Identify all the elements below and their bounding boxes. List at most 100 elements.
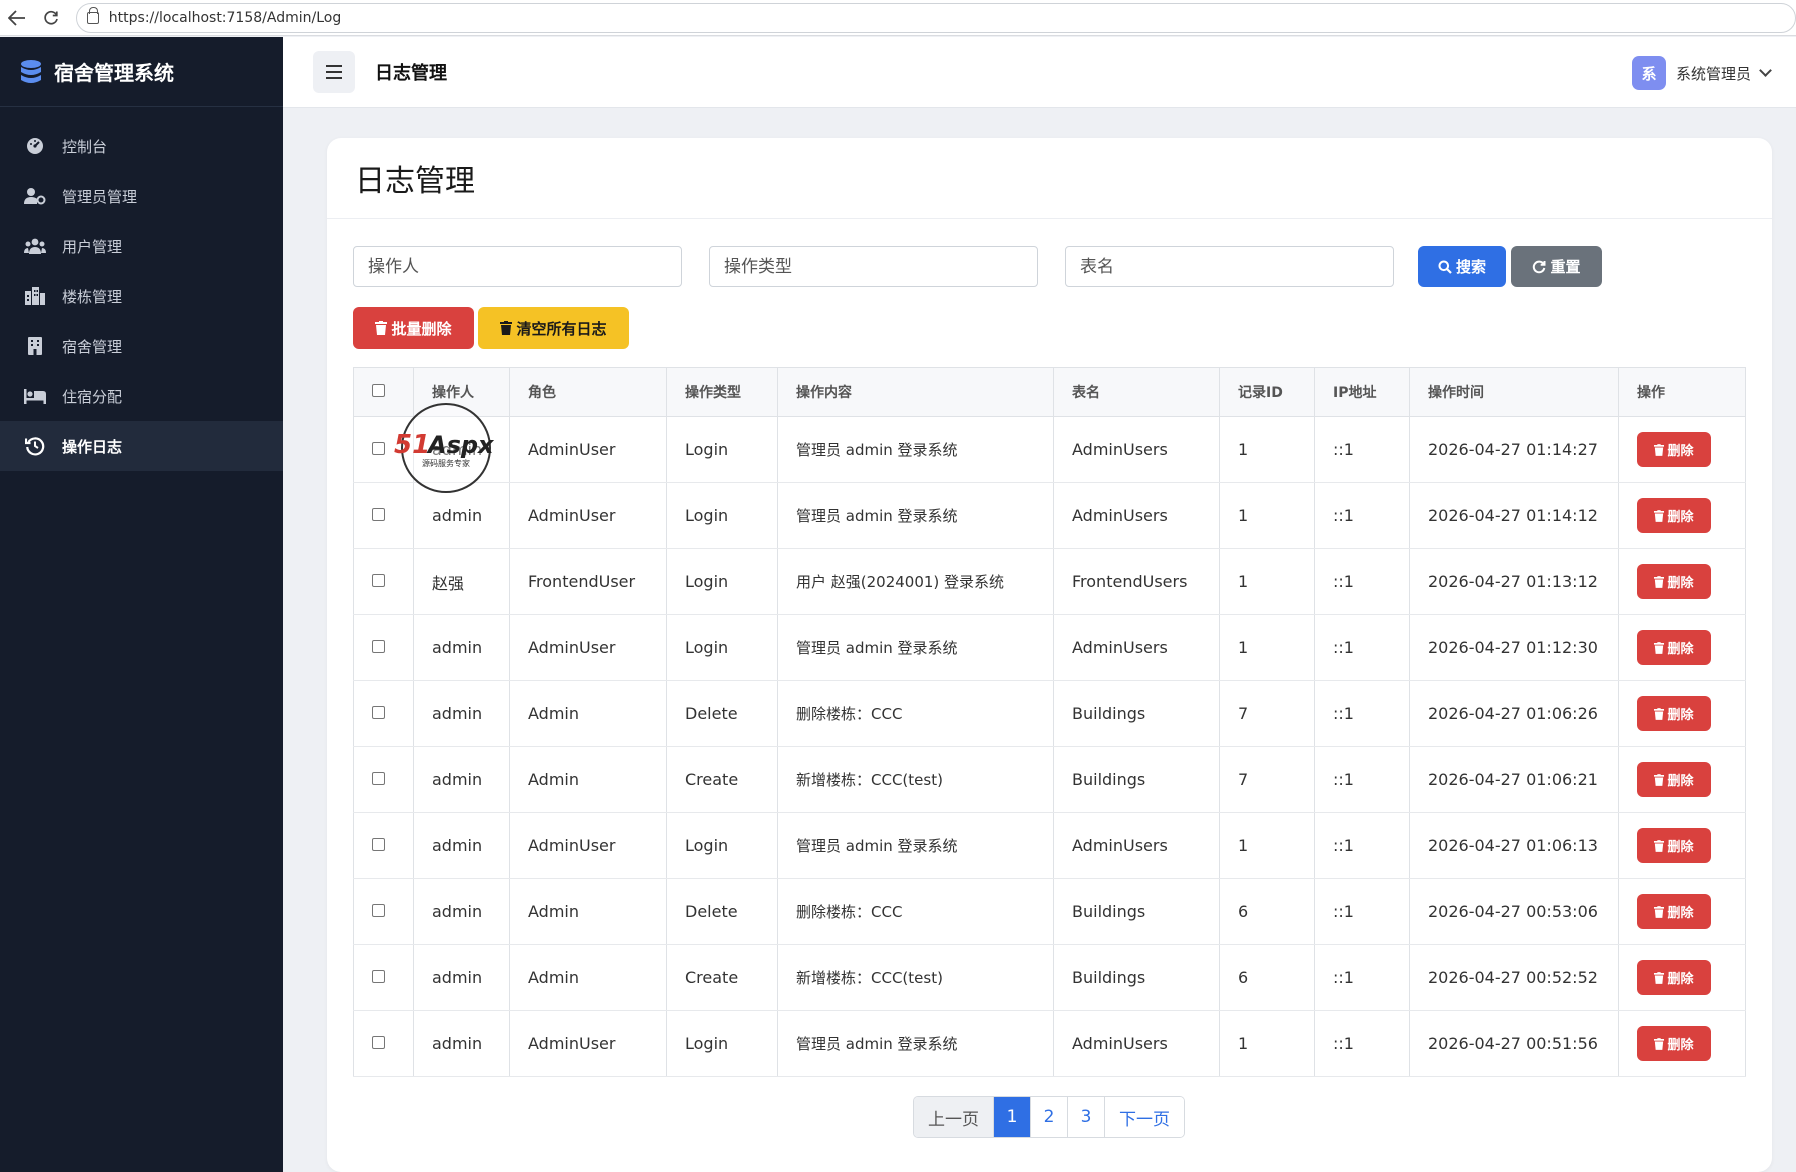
cell-type: Create xyxy=(666,746,778,813)
trash-icon xyxy=(1654,641,1665,654)
delete-button[interactable]: 删除 xyxy=(1637,498,1711,533)
row-select-cell xyxy=(353,746,414,813)
delete-button[interactable]: 删除 xyxy=(1637,1026,1711,1061)
table-row: admin Admin Create 新增楼栋：CCC(test) Buildings 6… xyxy=(353,944,1746,1011)
table-header-row: 操作人 角色 操作类型 操作内容 表名 记录ID IP地址 操作时间 操作 xyxy=(353,367,1746,417)
cell-content: 管理员 admin 登录系统 xyxy=(777,416,1054,483)
table-row: admin Admin Create 新增楼栋：CCC(test) Buildings 7… xyxy=(353,746,1746,813)
sidebar-item-users[interactable]: 用户管理 xyxy=(0,221,283,271)
delete-button[interactable]: 删除 xyxy=(1637,894,1711,929)
delete-button[interactable]: 删除 xyxy=(1637,762,1711,797)
cell-operator: admin xyxy=(413,614,510,681)
row-checkbox[interactable] xyxy=(372,508,385,521)
address-bar[interactable]: https://localhost:7158/Admin/Log xyxy=(75,2,1796,33)
delete-button[interactable]: 删除 xyxy=(1637,564,1711,599)
search-icon xyxy=(1438,260,1452,274)
sidebar-item-dashboard[interactable]: 控制台 xyxy=(0,121,283,171)
operator-input[interactable] xyxy=(353,246,682,287)
search-button[interactable]: 搜索 xyxy=(1418,246,1506,287)
row-checkbox[interactable] xyxy=(372,442,385,455)
cell-type: Login xyxy=(666,416,778,483)
avatar: 系 xyxy=(1631,56,1666,90)
trash-icon xyxy=(1654,707,1665,720)
hamburger-icon[interactable] xyxy=(313,51,355,93)
cell-ip: ::1 xyxy=(1314,1010,1410,1077)
sidebar-item-logs[interactable]: 操作日志 xyxy=(0,421,283,471)
sidebar-item-buildings[interactable]: 楼栋管理 xyxy=(0,271,283,321)
row-checkbox[interactable] xyxy=(372,772,385,785)
delete-button[interactable]: 删除 xyxy=(1637,630,1711,665)
delete-button[interactable]: 删除 xyxy=(1637,960,1711,995)
header-title: 日志管理 xyxy=(375,63,447,84)
delete-label: 删除 xyxy=(1667,906,1694,921)
row-checkbox[interactable] xyxy=(372,970,385,983)
cell-type: Delete xyxy=(666,680,778,747)
row-checkbox[interactable] xyxy=(372,1036,385,1049)
log-table: 操作人 角色 操作类型 操作内容 表名 记录ID IP地址 操作时间 操作 ad… xyxy=(353,367,1746,1077)
cell-time: 2026-04-27 00:52:52 xyxy=(1409,944,1619,1011)
row-checkbox[interactable] xyxy=(372,574,385,587)
delete-button[interactable]: 删除 xyxy=(1637,828,1711,863)
cell-time: 2026-04-27 01:14:27 xyxy=(1409,416,1619,483)
cell-operator: admin xyxy=(413,680,510,747)
users-icon xyxy=(24,235,46,257)
column-header: 操作类型 xyxy=(666,367,778,417)
reset-button[interactable]: 重置 xyxy=(1511,246,1602,287)
cell-operator: admin xyxy=(413,944,510,1011)
sidebar-menu: 控制台 管理员管理 用户管理 楼栋管理 宿舍管理 住宿分配 操作日志 xyxy=(0,121,283,471)
delete-button[interactable]: 删除 xyxy=(1637,696,1711,731)
cell-table: AdminUsers xyxy=(1053,614,1220,681)
sidebar-item-allocation[interactable]: 住宿分配 xyxy=(0,371,283,421)
operation-type-input[interactable] xyxy=(709,246,1038,287)
trash-icon xyxy=(1654,773,1665,786)
brand[interactable]: 宿舍管理系统 xyxy=(0,37,283,107)
page-button-1[interactable]: 1 xyxy=(994,1097,1031,1137)
sidebar-item-label: 住宿分配 xyxy=(62,387,123,406)
user-menu[interactable]: 系 系统管理员 xyxy=(1631,56,1772,90)
page-button-3[interactable]: 3 xyxy=(1068,1097,1105,1137)
cell-operator: 赵强 xyxy=(413,548,510,615)
column-header: 表名 xyxy=(1053,367,1220,417)
next-page-button[interactable]: 下一页 xyxy=(1105,1097,1184,1137)
prev-page-button[interactable]: 上一页 xyxy=(914,1097,994,1137)
sidebar-item-dorms[interactable]: 宿舍管理 xyxy=(0,321,283,371)
trash-icon xyxy=(1654,443,1665,456)
sidebar: 宿舍管理系统 控制台 管理员管理 用户管理 楼栋管理 宿舍管理 住宿分配 操作日… xyxy=(0,37,283,1172)
table-row: adminAdminUserLogin管理员 admin 登录系统AdminUs… xyxy=(353,416,1746,483)
row-checkbox[interactable] xyxy=(372,706,385,719)
pagination: 上一页 1 2 3 下一页 xyxy=(913,1096,1185,1138)
cell-operator: admin xyxy=(413,1010,510,1077)
table-body: adminAdminUserLogin管理员 admin 登录系统AdminUs… xyxy=(353,416,1746,1077)
cell-record-id: 1 xyxy=(1219,1010,1315,1077)
delete-label: 删除 xyxy=(1667,444,1694,459)
table-name-input[interactable] xyxy=(1065,246,1394,287)
reload-icon[interactable] xyxy=(34,0,68,36)
log-card: 日志管理 搜索 重置 批量删除 清空所有日志 xyxy=(327,138,1772,1172)
back-arrow-icon[interactable] xyxy=(0,0,34,36)
clear-all-logs-button[interactable]: 清空所有日志 xyxy=(478,307,629,349)
sidebar-item-admins[interactable]: 管理员管理 xyxy=(0,171,283,221)
row-checkbox[interactable] xyxy=(372,904,385,917)
row-checkbox[interactable] xyxy=(372,838,385,851)
cell-record-id: 1 xyxy=(1219,614,1315,681)
cell-content: 管理员 admin 登录系统 xyxy=(777,1010,1054,1077)
select-all-checkbox[interactable] xyxy=(372,383,385,397)
cell-time: 2026-04-27 01:06:26 xyxy=(1409,680,1619,747)
cell-table: Buildings xyxy=(1053,680,1220,747)
filter-bar: 搜索 重置 xyxy=(353,246,1602,287)
cell-record-id: 1 xyxy=(1219,416,1315,483)
page-button-2[interactable]: 2 xyxy=(1031,1097,1068,1137)
building-icon xyxy=(24,335,46,357)
batch-delete-button[interactable]: 批量删除 xyxy=(353,307,474,349)
cell-ip: ::1 xyxy=(1314,416,1410,483)
cell-table: Buildings xyxy=(1053,944,1220,1011)
trash-icon xyxy=(1654,839,1665,852)
cell-table: Buildings xyxy=(1053,746,1220,813)
cell-actions: 删除 xyxy=(1618,746,1746,813)
cell-content: 新增楼栋：CCC(test) xyxy=(777,944,1054,1011)
sidebar-item-label: 控制台 xyxy=(62,137,108,156)
delete-button[interactable]: 删除 xyxy=(1637,432,1711,467)
cell-ip: ::1 xyxy=(1314,614,1410,681)
reset-label: 重置 xyxy=(1550,258,1581,276)
row-checkbox[interactable] xyxy=(372,640,385,653)
